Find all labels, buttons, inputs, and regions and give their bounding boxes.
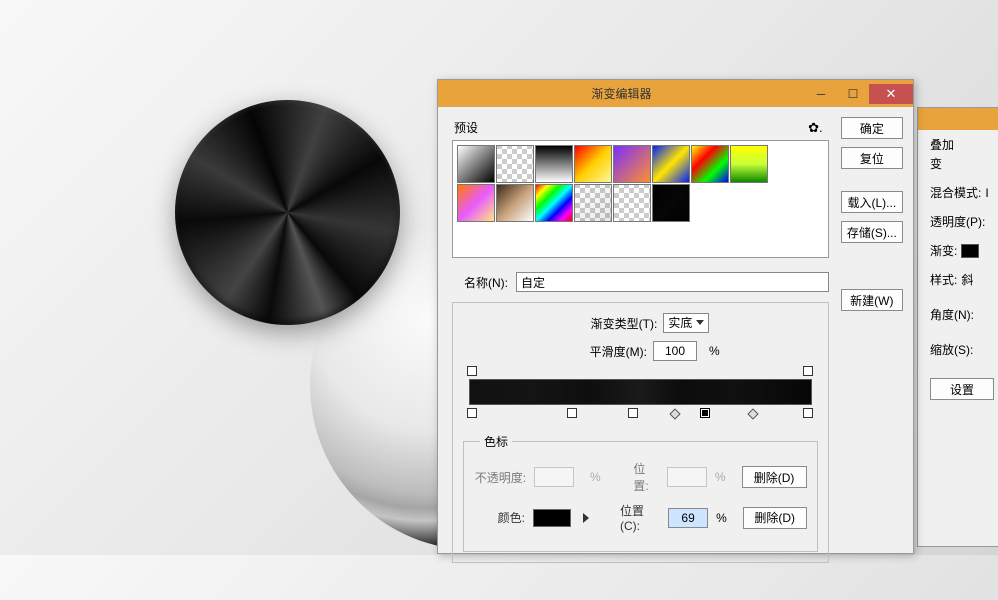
triangle-right-icon[interactable]: [583, 513, 589, 523]
preset-swatch-area: [452, 140, 829, 258]
layer-style-panel: 叠加 变 混合模式:І 透明度(P): 渐变: 样式:斜 角度(N): 缩放(S…: [917, 107, 998, 547]
color-stop[interactable]: [803, 408, 813, 418]
ok-button[interactable]: 确定: [841, 117, 903, 139]
percent-sign: %: [709, 344, 720, 358]
style-label: 样式:: [930, 271, 957, 288]
stop-position1-label: 位置:: [633, 460, 658, 494]
new-button[interactable]: 新建(W): [841, 289, 903, 311]
reset-button[interactable]: 复位: [841, 147, 903, 169]
titlebar[interactable]: 渐变编辑器 ─ ☐ ✕: [438, 80, 913, 107]
color-stop-selected[interactable]: [700, 408, 710, 418]
preset-swatch[interactable]: [613, 145, 651, 183]
color-stop[interactable]: [628, 408, 638, 418]
preset-label: 预设: [454, 119, 478, 136]
preset-swatch[interactable]: [574, 184, 612, 222]
preset-swatch[interactable]: [496, 184, 534, 222]
gradient-bar-area[interactable]: [469, 379, 812, 405]
smoothness-input[interactable]: [653, 341, 697, 361]
gradient-type-label: 渐变类型(T):: [571, 315, 657, 332]
preset-swatch[interactable]: [652, 145, 690, 183]
stop-position1-input: [667, 467, 707, 487]
overlay-tab[interactable]: 叠加: [930, 136, 954, 153]
preset-swatch[interactable]: [613, 184, 651, 222]
close-button[interactable]: ✕: [869, 84, 913, 104]
name-input[interactable]: [516, 272, 829, 292]
preset-swatch[interactable]: [496, 145, 534, 183]
stop-color-well[interactable]: [533, 509, 571, 527]
preset-swatch[interactable]: [652, 184, 690, 222]
gradient-sub: 变: [930, 155, 942, 172]
stops-group: 色标 不透明度: % 位置: % 删除(D) 颜色:: [463, 433, 818, 552]
gradient-editor-dialog: 渐变编辑器 ─ ☐ ✕ 预设 ✿.: [437, 79, 914, 554]
gradient-type-select[interactable]: 实底: [663, 313, 709, 333]
maximize-button[interactable]: ☐: [837, 84, 869, 104]
color-stop[interactable]: [467, 408, 477, 418]
preset-group: 预设 ✿.: [452, 117, 829, 258]
bg-black-knob: [175, 100, 400, 325]
settings-button[interactable]: 设置: [930, 378, 994, 400]
stop-color-label: 颜色:: [474, 509, 525, 526]
stop-opacity-input: [534, 467, 574, 487]
opacity-stop[interactable]: [803, 366, 813, 376]
gradient-preview-bar[interactable]: [469, 379, 812, 405]
delete-opacity-stop-button[interactable]: 删除(D): [742, 466, 807, 488]
gradient-label: 渐变:: [930, 242, 957, 259]
opacity-stop[interactable]: [467, 366, 477, 376]
gradient-settings-group: 渐变类型(T): 实底 平滑度(M): %: [452, 302, 829, 563]
name-label: 名称(N):: [452, 274, 508, 291]
midpoint-stop[interactable]: [748, 408, 759, 419]
opacity-label: 透明度(P):: [930, 213, 985, 230]
preset-swatch[interactable]: [574, 145, 612, 183]
preset-swatch[interactable]: [457, 145, 495, 183]
gradient-swatch[interactable]: [961, 244, 979, 258]
stop-opacity-label: 不透明度:: [474, 469, 526, 486]
chevron-down-icon: [696, 320, 704, 325]
delete-color-stop-button[interactable]: 删除(D): [743, 507, 807, 529]
stop-position2-label: 位置(C):: [620, 502, 660, 533]
gear-icon[interactable]: ✿.: [808, 120, 823, 136]
load-button[interactable]: 载入(L)...: [841, 191, 903, 213]
color-stop[interactable]: [567, 408, 577, 418]
preset-swatch[interactable]: [535, 184, 573, 222]
blend-mode-label: 混合模式:: [930, 184, 981, 201]
angle-label: 角度(N):: [930, 306, 974, 323]
stops-legend: 色标: [480, 433, 512, 450]
minimize-button[interactable]: ─: [805, 84, 837, 104]
preset-swatch[interactable]: [730, 145, 768, 183]
layer-style-title: [918, 108, 998, 130]
midpoint-stop[interactable]: [669, 408, 680, 419]
preset-swatch[interactable]: [535, 145, 573, 183]
save-button[interactable]: 存储(S)...: [841, 221, 903, 243]
preset-swatch[interactable]: [691, 145, 729, 183]
preset-swatch[interactable]: [457, 184, 495, 222]
stop-position2-input[interactable]: [668, 508, 708, 528]
scale-label: 缩放(S):: [930, 341, 973, 358]
smoothness-label: 平滑度(M):: [561, 343, 647, 360]
dialog-title: 渐变编辑器: [438, 85, 805, 102]
